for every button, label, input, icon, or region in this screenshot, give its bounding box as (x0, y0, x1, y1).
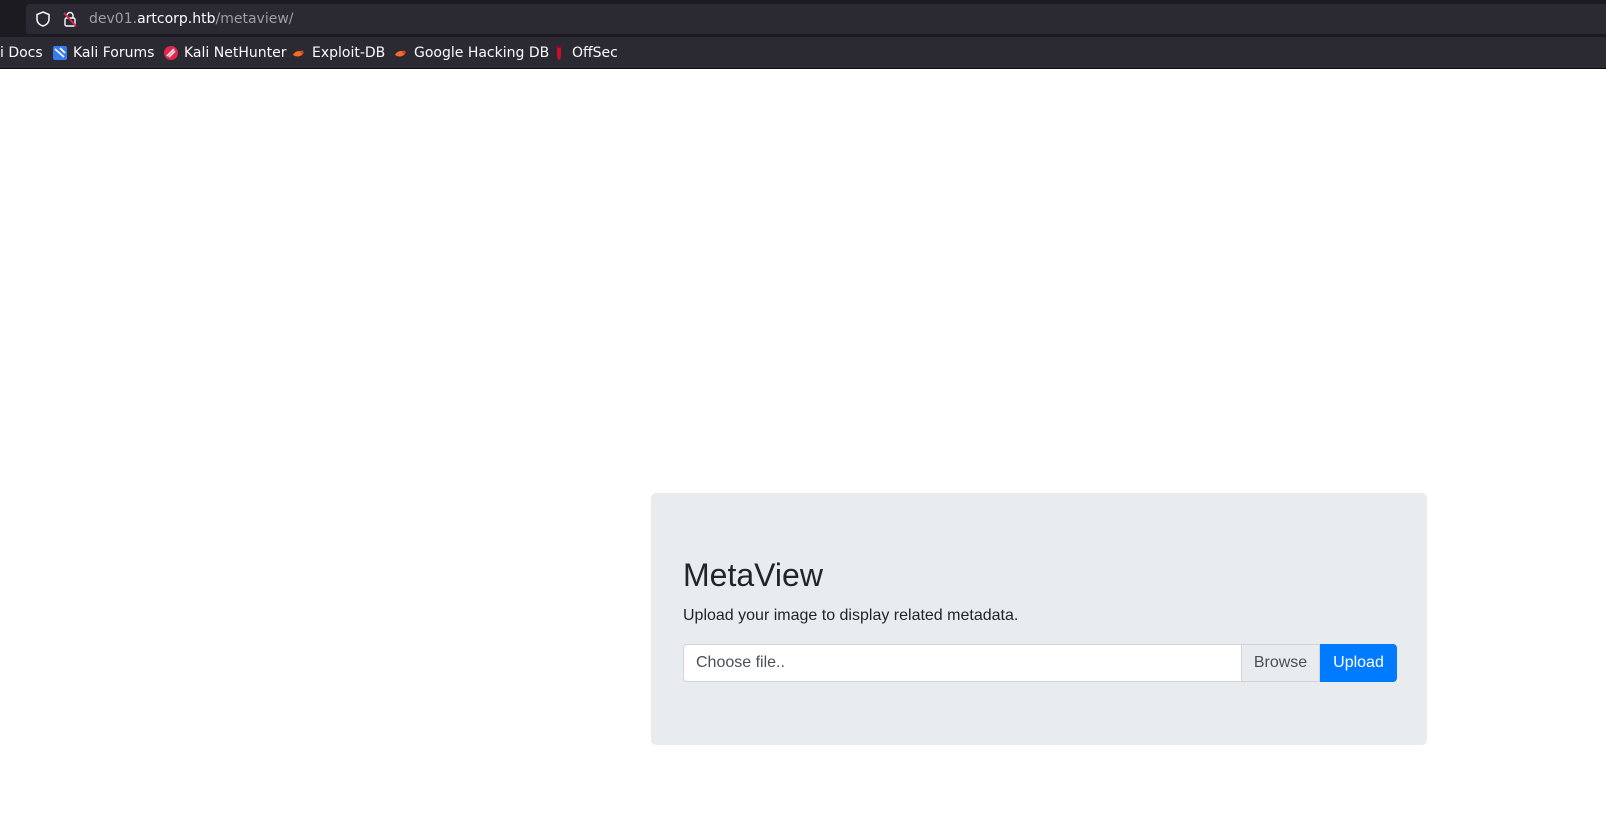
insecure-lock-icon[interactable] (61, 10, 79, 28)
file-input[interactable]: Choose file.. (683, 644, 1241, 682)
upload-button[interactable]: Upload (1320, 644, 1397, 682)
upload-panel: MetaView Upload your image to display re… (651, 493, 1427, 745)
file-upload-group: Choose file.. Browse Upload (683, 644, 1397, 682)
bookmark-label: Kali Forums (73, 45, 155, 61)
browse-button[interactable]: Browse (1241, 644, 1320, 682)
google-hacking-db-icon (395, 50, 406, 57)
url-host-prefix: dev01. (89, 11, 138, 27)
shield-icon[interactable] (34, 10, 52, 28)
bookmark-kali-forums[interactable]: Kali Forums (52, 44, 154, 62)
bookmark-exploit-db[interactable]: Exploit-DB (291, 44, 385, 62)
offsec-icon (556, 46, 562, 60)
kali-nethunter-icon (164, 46, 178, 60)
url-bar[interactable]: dev01.artcorp.htb/metaview/ (26, 4, 1606, 34)
bookmark-offsec[interactable]: OffSec (551, 44, 618, 62)
bookmark-kali-nethunter[interactable]: Kali NetHunter (163, 44, 286, 62)
page-subtitle: Upload your image to display related met… (683, 607, 1019, 624)
page-title: MetaView (683, 557, 823, 593)
url-text[interactable]: dev01.artcorp.htb/metaview/ (89, 10, 294, 28)
bookmark-google-hacking-db[interactable]: Google Hacking DB (393, 44, 549, 62)
bookmark-kali-docs[interactable]: i Docs (0, 44, 43, 62)
url-host-domain: artcorp.htb (137, 11, 216, 27)
url-path: /metaview/ (215, 11, 294, 27)
exploit-db-icon (293, 50, 304, 57)
bookmark-label: Google Hacking DB (414, 45, 550, 61)
browser-toolbar: dev01.artcorp.htb/metaview/ (0, 0, 1606, 37)
bookmark-label: i Docs (0, 45, 43, 61)
bookmarks-bar: i Docs Kali Forums Kali NetHunter Exploi… (0, 37, 1606, 69)
bookmark-label: Kali NetHunter (184, 45, 287, 61)
bookmark-label: OffSec (572, 45, 618, 61)
bookmark-label: Exploit-DB (312, 45, 386, 61)
kali-forums-icon (53, 46, 67, 60)
